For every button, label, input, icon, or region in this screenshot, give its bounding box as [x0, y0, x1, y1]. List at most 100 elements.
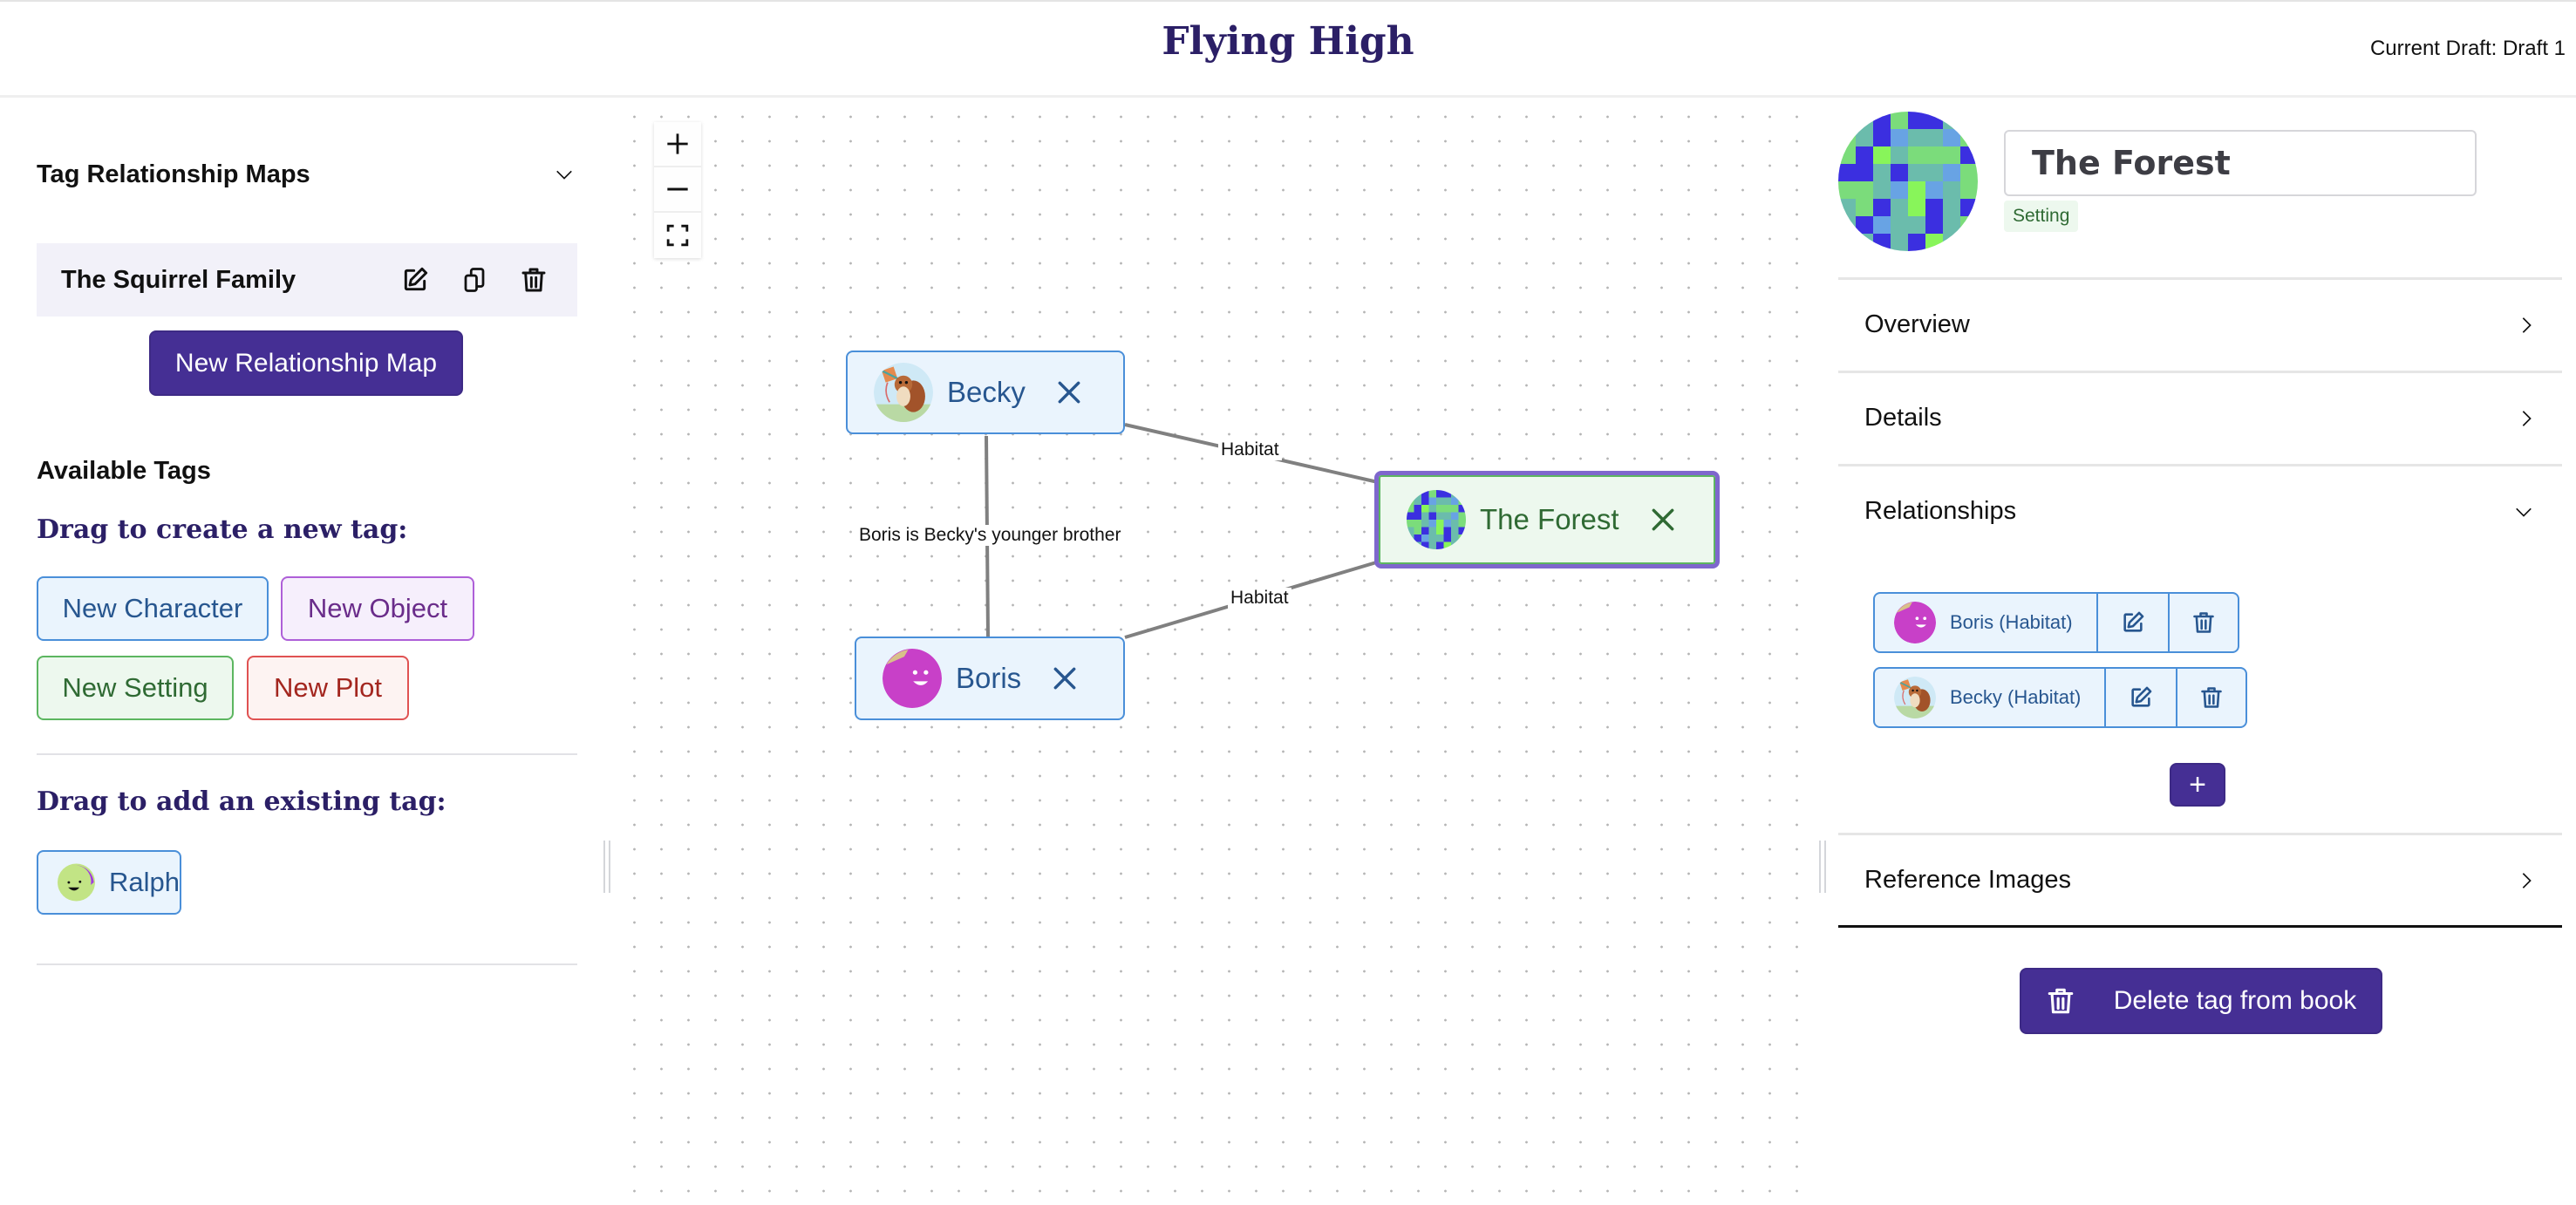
existing-tag-chip[interactable]: Ralph: [37, 850, 181, 915]
section-overview[interactable]: Overview: [1838, 277, 2562, 370]
pixel: [1856, 234, 1874, 251]
divider: [1838, 925, 2562, 928]
new-plot-chip[interactable]: New Plot: [247, 656, 409, 720]
edge-label[interactable]: Boris is Becky's younger brother: [856, 525, 1124, 546]
section-relationships[interactable]: Relationships: [1838, 464, 2562, 556]
relationship-map-item[interactable]: The Squirrel Family: [37, 243, 577, 317]
trash-icon: [520, 266, 548, 294]
pixel: [1960, 112, 1978, 130]
pixel: [1925, 146, 1944, 165]
right-panel-resize-handle[interactable]: [1819, 841, 1826, 893]
remove-node-icon[interactable]: [1649, 506, 1677, 534]
edit-relationship-button[interactable]: [2106, 669, 2176, 726]
current-draft-indicator[interactable]: Current Draft: Draft 1: [2370, 37, 2566, 61]
pixel: [1925, 112, 1944, 130]
pixel: [1428, 505, 1437, 513]
section-reference-images[interactable]: Reference Images: [1838, 833, 2562, 925]
pixel: [1421, 520, 1429, 528]
pixel: [1943, 112, 1961, 130]
delete-tag-label: Delete tag from book: [2113, 986, 2357, 1015]
delete-relationship-button[interactable]: [2168, 594, 2238, 651]
pixel: [1421, 490, 1429, 498]
remove-node-icon[interactable]: [1051, 664, 1079, 692]
pixel: [1925, 216, 1944, 235]
pixel: [1436, 505, 1444, 513]
relationship-label: Boris (Habitat): [1950, 611, 2073, 633]
new-object-chip[interactable]: New Object: [281, 576, 474, 641]
edge-label[interactable]: Habitat: [1228, 588, 1291, 609]
pixel: [1908, 164, 1926, 182]
pixel-grid-image: [1407, 490, 1466, 549]
tag-avatar[interactable]: [1838, 112, 1978, 251]
map-name: The Squirrel Family: [61, 265, 296, 294]
duplicate-map-button[interactable]: [457, 262, 492, 297]
remove-node-icon[interactable]: [1055, 378, 1083, 406]
forest-avatar: [1407, 490, 1466, 549]
pixel: [1414, 534, 1422, 542]
pixel: [1421, 512, 1429, 521]
chevron-down-icon: [2511, 502, 2536, 521]
pixel: [1436, 541, 1444, 549]
pixel: [1873, 129, 1891, 147]
map-node-becky[interactable]: Becky: [846, 351, 1125, 434]
relationship-label-button[interactable]: Boris (Habitat): [1875, 594, 2098, 651]
pixel: [1443, 512, 1452, 521]
tag-name-input[interactable]: [2004, 130, 2477, 196]
pixel: [1908, 112, 1926, 130]
pixel: [1960, 129, 1978, 147]
pixel: [1436, 490, 1444, 498]
pixel: [1960, 164, 1978, 182]
pixel: [1414, 541, 1422, 549]
map-node-boris[interactable]: Boris: [855, 637, 1125, 720]
relationship-map-canvas[interactable]: Habitat Habitat Boris is Becky's younger…: [603, 98, 1826, 1205]
pixel: [1873, 112, 1891, 130]
pixel: [1925, 164, 1944, 182]
left-panel-resize-handle[interactable]: [603, 841, 610, 893]
pixel: [1856, 181, 1874, 200]
pixel: [1873, 146, 1891, 165]
section-details[interactable]: Details: [1838, 371, 2562, 463]
pixel: [1407, 527, 1414, 535]
pixel: [1925, 181, 1944, 200]
pixel: [1856, 199, 1874, 217]
becky-avatar: [874, 363, 933, 422]
new-relationship-map-button[interactable]: New Relationship Map: [149, 330, 463, 396]
pixel: [1428, 527, 1437, 535]
new-character-chip[interactable]: New Character: [37, 576, 269, 641]
tag-relationship-maps-toggle[interactable]: Tag Relationship Maps: [37, 148, 577, 201]
pixel: [1891, 146, 1909, 165]
delete-relationship-button[interactable]: [2176, 669, 2245, 726]
pixel: [1943, 129, 1961, 147]
pixel: [1414, 512, 1422, 521]
pixel: [1960, 216, 1978, 235]
new-setting-chip[interactable]: New Setting: [37, 656, 234, 720]
pixel: [1414, 505, 1422, 513]
pixel: [1443, 534, 1452, 542]
book-title: Flying High: [1162, 19, 1414, 64]
edge-label[interactable]: Habitat: [1218, 439, 1282, 460]
pixel-grid-image: [1838, 112, 1978, 251]
relationship-label-button[interactable]: Becky (Habitat): [1875, 669, 2106, 726]
delete-tag-button[interactable]: Delete tag from book: [2020, 968, 2382, 1034]
pixel: [1407, 534, 1414, 542]
pixel: [1451, 520, 1459, 528]
edit-relationship-button[interactable]: [2098, 594, 2168, 651]
pixel: [1891, 199, 1909, 217]
tag-type-badge: Setting: [2004, 201, 2079, 232]
pixel: [1436, 527, 1444, 535]
delete-map-button[interactable]: [516, 262, 551, 297]
pixel: [1458, 490, 1466, 498]
pixel: [1458, 541, 1466, 549]
edit-map-button[interactable]: [398, 262, 433, 297]
pixel: [1414, 497, 1422, 506]
pixel: [1908, 234, 1926, 251]
pixel: [1838, 181, 1857, 200]
map-node-the-forest[interactable]: The Forest: [1374, 471, 1720, 568]
pixel: [1873, 199, 1891, 217]
add-relationship-button[interactable]: +: [2170, 763, 2225, 807]
section-label: Overview: [1864, 310, 1970, 338]
pixel: [1891, 112, 1909, 130]
pixel: [1421, 541, 1429, 549]
chevron-down-icon: [555, 165, 574, 184]
pixel: [1443, 490, 1452, 498]
